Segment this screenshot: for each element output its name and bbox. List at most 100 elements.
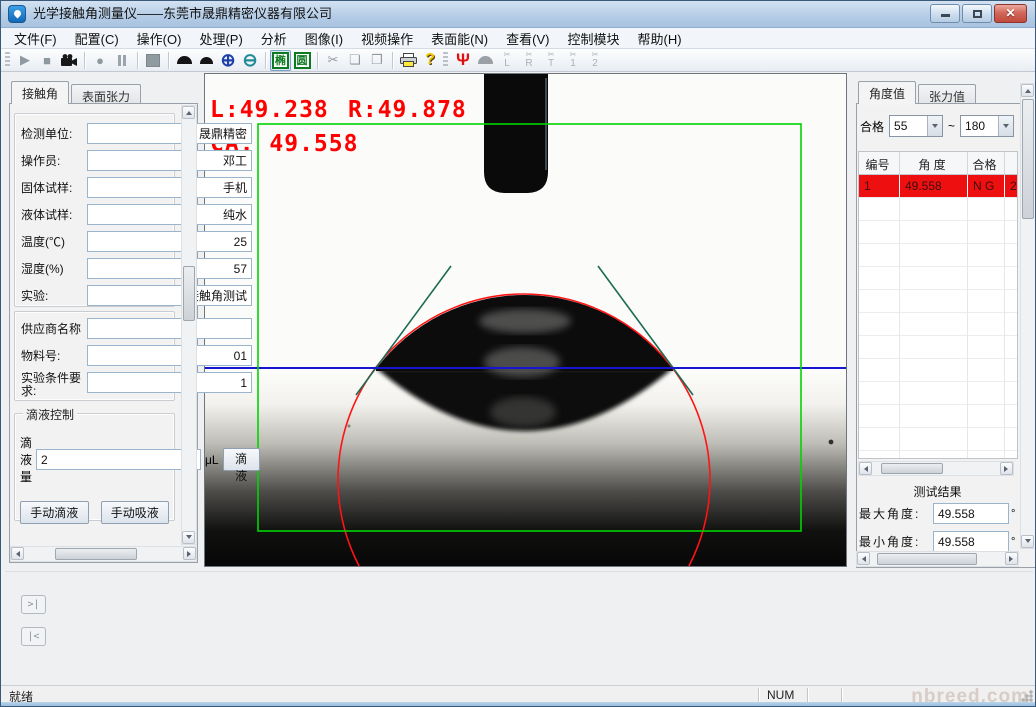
menu-video[interactable]: 视频操作: [352, 27, 422, 50]
menu-image[interactable]: 图像(I): [296, 27, 352, 50]
cut-left-icon[interactable]: ✂L: [496, 50, 518, 71]
paste-icon[interactable]: ❒: [366, 50, 388, 71]
cut-right-icon[interactable]: ✂R: [518, 50, 540, 71]
empty-row: [859, 313, 1018, 336]
vscroll-thumb[interactable]: [1022, 99, 1034, 219]
drip-button[interactable]: 滴液: [223, 448, 260, 471]
scroll-right-arrow[interactable]: [1000, 462, 1013, 475]
combo-dropdown-icon[interactable]: [927, 116, 942, 136]
resize-grip[interactable]: [1021, 690, 1033, 702]
menu-process[interactable]: 处理(P): [190, 27, 251, 50]
hscroll-thumb[interactable]: [877, 553, 977, 565]
scroll-down-arrow[interactable]: [1021, 535, 1034, 548]
left-panel: 接触角 表面张力 检测单位: 操作员: 固体试样: 液体试样: 温度(℃) 湿度…: [9, 81, 198, 563]
empty-row: [859, 359, 1018, 382]
num-lock-indicator: NUM: [767, 688, 794, 702]
left-panel-vscrollbar[interactable]: [181, 105, 197, 545]
toolbar-grip[interactable]: [5, 52, 10, 68]
detect-unit-field[interactable]: [87, 123, 252, 144]
experiment-field[interactable]: [87, 285, 252, 306]
field-label-supplier: 供应商名称: [21, 320, 87, 337]
scroll-left-arrow[interactable]: [11, 547, 24, 560]
menu-operate[interactable]: 操作(O): [128, 27, 191, 50]
ellipse-fit-button[interactable]: 椭: [270, 50, 291, 71]
minimize-button[interactable]: [930, 4, 960, 23]
right-panel-hscrollbar[interactable]: [856, 551, 1019, 567]
min-angle-field[interactable]: [933, 531, 1009, 552]
copy-icon[interactable]: ❏: [344, 50, 366, 71]
tab-surface-tension[interactable]: 表面张力: [71, 84, 141, 104]
table-hscrollbar[interactable]: [858, 461, 1014, 476]
hscroll-thumb[interactable]: [55, 548, 137, 560]
scroll-left-arrow[interactable]: [859, 462, 872, 475]
dome-gray-icon[interactable]: [474, 50, 496, 71]
menu-file[interactable]: 文件(F): [5, 27, 66, 50]
drip-volume-input[interactable]: [36, 449, 201, 470]
dome-large-icon[interactable]: [173, 50, 195, 71]
empty-row: [859, 221, 1018, 244]
vscroll-thumb[interactable]: [183, 266, 195, 321]
right-panel-vscrollbar[interactable]: [1020, 83, 1036, 549]
region-select-icon[interactable]: [142, 50, 164, 71]
record-icon[interactable]: ●: [89, 50, 111, 71]
scroll-down-arrow[interactable]: [182, 531, 195, 544]
manual-suck-button[interactable]: 手动吸液: [101, 501, 170, 524]
menu-view[interactable]: 查看(V): [497, 27, 558, 50]
step-back-button[interactable]: |<: [21, 627, 46, 646]
max-angle-field[interactable]: [933, 503, 1009, 524]
left-panel-hscrollbar[interactable]: [10, 546, 197, 562]
supplier-field[interactable]: [87, 318, 252, 339]
qualified-min-combo[interactable]: 55: [889, 115, 943, 137]
cut-top-icon[interactable]: ✂T: [540, 50, 562, 71]
solid-sample-field[interactable]: [87, 177, 252, 198]
humidity-field[interactable]: [87, 258, 252, 279]
dome-small-icon[interactable]: [195, 50, 217, 71]
scroll-right-arrow[interactable]: [183, 547, 196, 560]
cut-1-icon[interactable]: ✂1: [562, 50, 584, 71]
scroll-left-arrow[interactable]: [857, 552, 870, 565]
camera-icon[interactable]: [58, 50, 80, 71]
menu-control-module[interactable]: 控制模块: [558, 27, 628, 50]
liquid-sample-field[interactable]: [87, 204, 252, 225]
manual-drip-button[interactable]: 手动滴液: [20, 501, 89, 524]
right-angle-readout: R:49.878: [348, 97, 467, 123]
condition-field[interactable]: [87, 372, 252, 393]
print-icon[interactable]: [397, 50, 419, 71]
combo-dropdown-icon-2[interactable]: [998, 116, 1013, 136]
close-button[interactable]: ✕: [994, 4, 1027, 23]
toolbar-grip-2[interactable]: [443, 52, 448, 68]
window-border-bottom: [1, 702, 1035, 706]
tab-contact-angle[interactable]: 接触角: [11, 81, 69, 104]
crosshair-circle-icon[interactable]: ⊕: [217, 50, 239, 71]
restore-button[interactable]: [962, 4, 992, 23]
hscroll-thumb[interactable]: [881, 463, 943, 474]
stop-icon[interactable]: ■: [36, 50, 58, 71]
tab-angle-values[interactable]: 角度值: [858, 81, 916, 104]
play-icon[interactable]: ▶: [14, 50, 36, 71]
menu-help[interactable]: 帮助(H): [629, 27, 691, 50]
circle-fit-button[interactable]: 圆: [291, 50, 313, 71]
degree-sign: °: [1011, 536, 1015, 548]
help-icon[interactable]: ?: [419, 50, 441, 71]
table-row[interactable]: 1 49.558 N G 2: [859, 175, 1018, 198]
menu-config[interactable]: 配置(C): [66, 27, 128, 50]
cut-2-icon[interactable]: ✂2: [584, 50, 606, 71]
menu-surface-energy[interactable]: 表面能(N): [422, 27, 497, 50]
scroll-up-arrow[interactable]: [1021, 84, 1034, 97]
operator-field[interactable]: [87, 150, 252, 171]
tab-tension-values[interactable]: 张力值: [918, 84, 976, 104]
step-forward-button[interactable]: >|: [21, 595, 46, 614]
pause-icon[interactable]: [111, 50, 133, 71]
qualified-max-combo[interactable]: 180: [960, 115, 1014, 137]
temperature-field[interactable]: [87, 231, 252, 252]
sample-info-group: 检测单位: 操作员: 固体试样: 液体试样: 温度(℃) 湿度(%) 实验:: [14, 113, 175, 307]
menu-analyze[interactable]: 分析: [252, 27, 296, 50]
dispense-icon[interactable]: Ψ: [452, 50, 474, 71]
app-droplet-icon: [8, 5, 26, 23]
test-results-title: 测试结果: [856, 483, 1019, 500]
material-no-field[interactable]: [87, 345, 252, 366]
cut-icon[interactable]: ✂: [322, 50, 344, 71]
scroll-right-arrow[interactable]: [1005, 552, 1018, 565]
scroll-up-arrow[interactable]: [182, 106, 195, 119]
minus-circle-icon[interactable]: ⊖: [239, 50, 261, 71]
